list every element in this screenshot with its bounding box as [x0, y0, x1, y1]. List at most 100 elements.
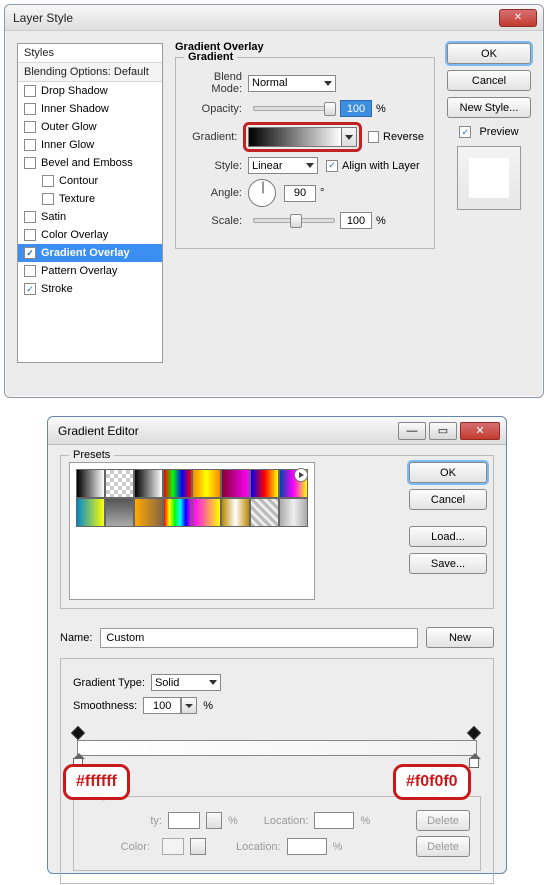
cancel-button[interactable]: Cancel — [447, 70, 531, 91]
style-item-contour[interactable]: Contour — [18, 172, 162, 190]
style-item-color-overlay[interactable]: Color Overlay — [18, 226, 162, 244]
gradient-dropdown-button[interactable] — [342, 127, 357, 147]
stop-color-location-value — [287, 838, 327, 855]
load-button[interactable]: Load... — [409, 526, 487, 547]
stop-color-stepper — [190, 838, 206, 855]
gradient-type-label: Gradient Type: — [73, 677, 151, 689]
angle-label: Angle: — [186, 187, 248, 199]
style-item-checkbox[interactable] — [24, 229, 36, 241]
gradient-picker-highlight — [243, 122, 362, 152]
gradient-editor-titlebar[interactable]: Gradient Editor — ▭ ✕ — [48, 417, 506, 445]
style-item-checkbox[interactable]: ✓ — [24, 283, 36, 295]
style-item-stroke[interactable]: ✓ Stroke — [18, 280, 162, 298]
style-select[interactable]: Linear — [248, 157, 318, 174]
preview-checkbox[interactable]: ✓ — [459, 126, 471, 138]
gradient-type-select[interactable]: Solid — [151, 674, 221, 691]
blending-options-row[interactable]: Blending Options: Default — [18, 63, 162, 82]
preset-swatch[interactable] — [76, 498, 105, 527]
preview-label: Preview — [479, 126, 518, 138]
style-item-texture[interactable]: Texture — [18, 190, 162, 208]
style-item-checkbox[interactable] — [24, 157, 36, 169]
style-item-checkbox[interactable] — [24, 211, 36, 223]
styles-header[interactable]: Styles — [18, 44, 162, 63]
stop-opacity-location-label: Location: — [264, 815, 309, 827]
scale-value[interactable]: 100 — [340, 212, 372, 229]
preset-swatch[interactable] — [163, 498, 192, 527]
preset-swatch[interactable] — [221, 498, 250, 527]
preset-swatch[interactable] — [221, 469, 250, 498]
preset-swatch[interactable] — [250, 469, 279, 498]
opacity-stop-right[interactable] — [469, 728, 481, 740]
style-item-inner-shadow[interactable]: Inner Shadow — [18, 100, 162, 118]
style-item-checkbox[interactable] — [42, 175, 54, 187]
new-style-button[interactable]: New Style... — [447, 97, 531, 118]
reverse-checkbox[interactable] — [368, 131, 379, 143]
angle-control[interactable] — [248, 179, 276, 207]
style-item-checkbox[interactable] — [24, 265, 36, 277]
style-item-checkbox[interactable] — [24, 121, 36, 133]
blend-mode-label: Blend Mode: — [186, 71, 248, 95]
style-item-checkbox[interactable] — [42, 193, 54, 205]
cancel-button[interactable]: Cancel — [409, 489, 487, 510]
style-item-outer-glow[interactable]: Outer Glow — [18, 118, 162, 136]
preset-swatch[interactable] — [279, 498, 308, 527]
angle-value[interactable]: 90 — [284, 185, 316, 202]
style-item-checkbox[interactable] — [24, 139, 36, 151]
preset-swatch[interactable] — [76, 469, 105, 498]
ok-button[interactable]: OK — [409, 462, 487, 483]
new-button[interactable]: New — [426, 627, 494, 648]
save-button[interactable]: Save... — [409, 553, 487, 574]
style-item-inner-glow[interactable]: Inner Glow — [18, 136, 162, 154]
layer-style-title: Layer Style — [13, 11, 499, 25]
style-item-satin[interactable]: Satin — [18, 208, 162, 226]
gradient-bar[interactable] — [77, 740, 477, 756]
preset-menu-icon[interactable] — [294, 468, 308, 482]
opacity-label: Opacity: — [186, 103, 248, 115]
style-item-label: Contour — [59, 175, 98, 187]
style-label: Style: — [186, 160, 248, 172]
style-item-pattern-overlay[interactable]: Pattern Overlay — [18, 262, 162, 280]
style-item-label: Gradient Overlay — [41, 247, 130, 259]
preset-swatch[interactable] — [192, 498, 221, 527]
style-item-label: Inner Glow — [41, 139, 94, 151]
maximize-icon[interactable]: ▭ — [429, 422, 457, 440]
preset-swatch[interactable] — [134, 498, 163, 527]
style-item-gradient-overlay[interactable]: ✓ Gradient Overlay — [18, 244, 162, 262]
name-input[interactable]: Custom — [100, 628, 418, 648]
close-icon[interactable]: ✕ — [499, 9, 537, 27]
align-checkbox[interactable]: ✓ — [326, 160, 338, 172]
chevron-down-icon — [306, 163, 314, 168]
style-item-label: Stroke — [41, 283, 73, 295]
close-icon[interactable]: ✕ — [460, 422, 500, 440]
opacity-slider[interactable] — [253, 106, 335, 111]
opacity-value[interactable]: 100 — [340, 100, 372, 117]
style-item-label: Pattern Overlay — [41, 265, 117, 277]
ok-button[interactable]: OK — [447, 43, 531, 64]
chevron-down-icon — [324, 81, 332, 86]
chevron-down-icon — [209, 680, 217, 685]
minimize-icon[interactable]: — — [398, 422, 426, 440]
style-item-bevel-and-emboss[interactable]: Bevel and Emboss — [18, 154, 162, 172]
scale-slider[interactable] — [253, 218, 335, 223]
smoothness-value[interactable]: 100 — [143, 697, 181, 714]
style-item-checkbox[interactable] — [24, 103, 36, 115]
preset-swatch[interactable] — [105, 498, 134, 527]
preset-swatch[interactable] — [105, 469, 134, 498]
gradient-swatch[interactable] — [248, 127, 342, 147]
chevron-down-icon — [345, 135, 353, 140]
layer-style-titlebar[interactable]: Layer Style ✕ — [5, 5, 543, 31]
preset-swatch[interactable] — [134, 469, 163, 498]
opacity-stop-left[interactable] — [73, 728, 85, 740]
style-item-label: Color Overlay — [41, 229, 108, 241]
color-stop-right[interactable] — [469, 758, 481, 772]
name-label: Name: — [60, 632, 92, 644]
style-item-checkbox[interactable] — [24, 85, 36, 97]
style-item-label: Outer Glow — [41, 121, 97, 133]
style-item-checkbox[interactable]: ✓ — [24, 247, 36, 259]
blend-mode-select[interactable]: Normal — [248, 75, 336, 92]
preset-swatch[interactable] — [163, 469, 192, 498]
style-item-drop-shadow[interactable]: Drop Shadow — [18, 82, 162, 100]
preset-swatch[interactable] — [192, 469, 221, 498]
smoothness-stepper[interactable] — [181, 697, 197, 714]
preset-swatch[interactable] — [250, 498, 279, 527]
